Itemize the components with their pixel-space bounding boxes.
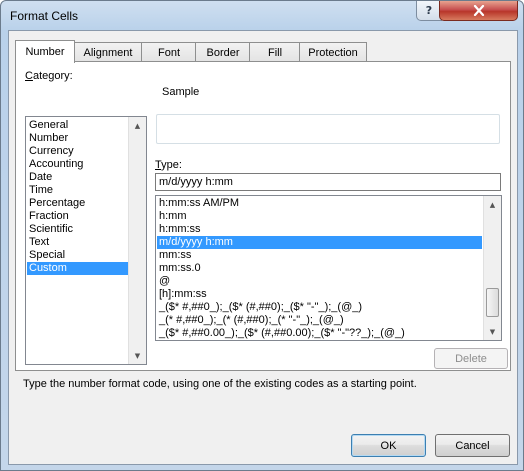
- tab-border[interactable]: Border: [195, 42, 251, 62]
- type-input[interactable]: m/d/yyyy h:mm: [155, 173, 501, 191]
- tab-number[interactable]: Number: [15, 40, 75, 63]
- tab-alignment[interactable]: Alignment: [73, 42, 143, 62]
- category-item-date[interactable]: Date: [27, 171, 128, 184]
- format-code-item[interactable]: mm:ss.0: [157, 262, 482, 275]
- scroll-thumb[interactable]: [486, 288, 499, 317]
- delete-button[interactable]: Delete: [434, 348, 508, 369]
- category-item-percentage[interactable]: Percentage: [27, 197, 128, 210]
- sample-label: Sample: [162, 86, 200, 98]
- tab-font[interactable]: Font: [141, 42, 197, 62]
- category-item-text[interactable]: Text: [27, 236, 128, 249]
- category-list[interactable]: General Number Currency Accounting Date …: [25, 116, 147, 365]
- format-code-item[interactable]: _($* #,##0_);_($* (#,##0);_($* "-"_);_(@…: [157, 301, 482, 314]
- category-label: Category:: [25, 70, 73, 82]
- format-cells-dialog: Format Cells ? Number Alignment Font Bor…: [0, 0, 524, 471]
- scroll-up-icon[interactable]: ▲: [129, 117, 146, 134]
- scroll-down-icon[interactable]: ▼: [484, 323, 501, 340]
- category-item-time[interactable]: Time: [27, 184, 128, 197]
- tab-fill[interactable]: Fill: [249, 42, 301, 62]
- hint-text: Type the number format code, using one o…: [23, 378, 417, 390]
- sample-box: [156, 114, 500, 144]
- format-code-item[interactable]: _($* #,##0.00_);_($* (#,##0.00);_($* "-"…: [157, 327, 482, 340]
- category-item-scientific[interactable]: Scientific: [27, 223, 128, 236]
- dialog-body: Number Alignment Font Border Fill Protec…: [8, 30, 518, 465]
- category-item-custom[interactable]: Custom: [27, 262, 128, 275]
- format-code-list[interactable]: h:mm:ss AM/PM h:mm h:mm:ss m/d/yyyy h:mm…: [155, 195, 502, 341]
- format-code-item[interactable]: [h]:mm:ss: [157, 288, 482, 301]
- tab-protection[interactable]: Protection: [299, 42, 367, 62]
- category-item-general[interactable]: General: [27, 119, 128, 132]
- category-item-special[interactable]: Special: [27, 249, 128, 262]
- window-title: Format Cells: [10, 9, 79, 23]
- format-code-item[interactable]: @: [157, 275, 482, 288]
- title-bar[interactable]: Format Cells ?: [1, 1, 523, 31]
- category-scrollbar[interactable]: ▲ ▼: [128, 117, 146, 364]
- close-button[interactable]: [439, 1, 518, 21]
- format-code-scrollbar[interactable]: ▲ ▼: [483, 196, 501, 340]
- format-code-item[interactable]: h:mm: [157, 210, 482, 223]
- format-code-item[interactable]: h:mm:ss: [157, 223, 482, 236]
- type-label: Type:: [155, 159, 182, 171]
- ok-button[interactable]: OK: [351, 434, 426, 457]
- category-item-fraction[interactable]: Fraction: [27, 210, 128, 223]
- format-code-item[interactable]: mm:ss: [157, 249, 482, 262]
- scroll-up-icon[interactable]: ▲: [484, 196, 501, 213]
- help-icon: ?: [425, 4, 433, 17]
- number-tab-panel: Category: General Number Currency Accoun…: [15, 61, 511, 390]
- cancel-button[interactable]: Cancel: [435, 434, 510, 457]
- format-code-item[interactable]: h:mm:ss AM/PM: [157, 197, 482, 210]
- category-item-currency[interactable]: Currency: [27, 145, 128, 158]
- format-code-item[interactable]: _(* #,##0_);_(* (#,##0);_(* "-"_);_(@_): [157, 314, 482, 327]
- category-item-accounting[interactable]: Accounting: [27, 158, 128, 171]
- format-code-item-selected[interactable]: m/d/yyyy h:mm: [157, 236, 482, 249]
- scroll-down-icon[interactable]: ▼: [129, 347, 146, 364]
- category-item-number[interactable]: Number: [27, 132, 128, 145]
- close-icon: [473, 5, 484, 16]
